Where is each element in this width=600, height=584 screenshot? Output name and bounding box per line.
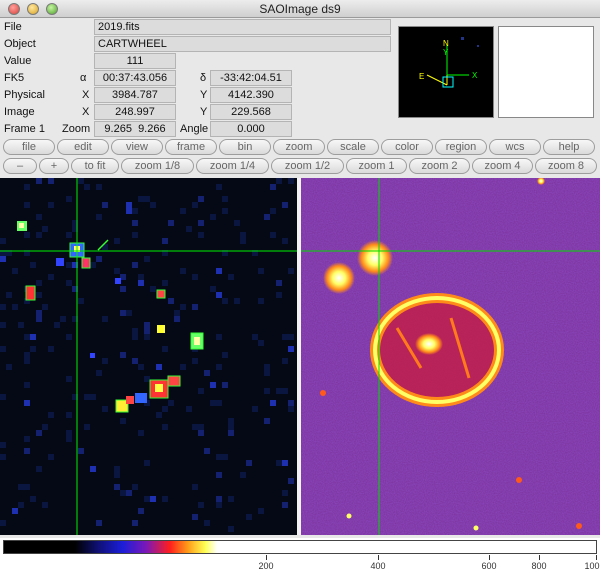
info-row-frame: Frame 1 Zoom 9.265 9.266 Angle 0.000 — [0, 120, 395, 138]
panner-y-label: Y — [443, 48, 449, 57]
info-row-fk5: FK5 α 00:37:43.056 δ -33:42:04.51 — [0, 69, 395, 87]
image-y-label: Y — [200, 106, 208, 118]
info-row-object: Object CARTWHEEL — [0, 35, 395, 53]
menu-button-bar: file edit view frame bin zoom scale color region… — [0, 138, 600, 156]
image-y-value: 229.568 — [210, 104, 292, 120]
zoom-to-fit-button[interactable]: to fit — [71, 158, 119, 174]
panner-view[interactable]: N Y E X — [398, 26, 494, 118]
colorbar-tick — [596, 555, 597, 560]
colorbar-tick — [539, 555, 540, 560]
info-row-value: Value 111 — [0, 52, 395, 70]
right-image-canvas[interactable] — [301, 178, 600, 535]
colorbar-tick-label: 800 — [531, 561, 547, 571]
panner-compass-icon: N Y E X — [419, 37, 479, 88]
delta-label: δ — [200, 72, 207, 84]
panner-bbox[interactable] — [442, 76, 454, 88]
info-row-file: File 2019.fits — [0, 18, 395, 36]
zoom-button-bar: – + to fit zoom 1/8 zoom 1/4 zoom 1/2 zoom 1 zo… — [0, 157, 600, 175]
zoom-1-8-button[interactable]: zoom 1/8 — [121, 158, 194, 174]
magnifier-view — [498, 26, 594, 118]
colorbar-tick-label: 600 — [481, 561, 497, 571]
zoom-8-button[interactable]: zoom 8 — [535, 158, 597, 174]
frame-left-image[interactable] — [0, 178, 297, 535]
menu-button-view[interactable]: view — [111, 139, 163, 155]
menu-button-zoom[interactable]: zoom — [273, 139, 325, 155]
info-row-physical: Physical X 3984.787 Y 4142.390 — [0, 86, 395, 104]
companion-galaxy-lower — [323, 262, 355, 294]
panner-e-label: E — [419, 72, 424, 81]
menu-button-scale[interactable]: scale — [327, 139, 379, 155]
panner-x-label: X — [472, 71, 478, 80]
info-row-image: Image X 248.997 Y 229.568 — [0, 103, 395, 121]
menu-button-frame[interactable]: frame — [165, 139, 217, 155]
menu-button-wcs[interactable]: wcs — [489, 139, 541, 155]
menu-button-bin[interactable]: bin — [219, 139, 271, 155]
zoom-4-button[interactable]: zoom 4 — [472, 158, 533, 174]
frame-right-image[interactable] — [301, 178, 600, 535]
image-x-label: X — [82, 106, 90, 118]
physical-x-label: X — [82, 89, 90, 101]
menu-button-region[interactable]: region — [435, 139, 487, 155]
colorbar-tick-label: 400 — [370, 561, 386, 571]
colorbar-panel: 200 400 600 800 100 — [0, 538, 600, 584]
frame-label: Frame 1 — [4, 123, 45, 135]
alpha-label: α — [80, 72, 87, 84]
zoom-1-4-button[interactable]: zoom 1/4 — [196, 158, 269, 174]
object-label: Object — [4, 38, 36, 50]
menu-button-color[interactable]: color — [381, 139, 433, 155]
menu-button-file[interactable]: file — [3, 139, 55, 155]
zoom-x-value: 9.265 — [104, 123, 132, 135]
image-label: Image — [4, 106, 35, 118]
angle-label: Angle — [180, 123, 209, 135]
window-titlebar: SAOImage ds9 — [0, 0, 600, 18]
angle-value: 0.000 — [210, 121, 292, 137]
zoom-y-value: 9.266 — [138, 123, 166, 135]
physical-y-label: Y — [200, 89, 208, 101]
menu-button-help[interactable]: help — [543, 139, 595, 155]
image-x-value: 248.997 — [94, 104, 176, 120]
zoom-out-button[interactable]: – — [3, 158, 37, 174]
colorbar[interactable] — [3, 540, 597, 554]
colorbar-tick-label: 100 — [584, 561, 600, 571]
physical-label: Physical — [4, 89, 45, 101]
colorbar-tick — [489, 555, 490, 560]
fk5-label: FK5 — [4, 72, 25, 84]
zoom-1-2-button[interactable]: zoom 1/2 — [271, 158, 344, 174]
object-value: CARTWHEEL — [94, 36, 391, 52]
pixel-value: 111 — [94, 53, 176, 69]
colorbar-tick-label: 200 — [258, 561, 274, 571]
galaxy-nucleus — [415, 333, 443, 355]
left-image-canvas[interactable] — [0, 178, 297, 535]
colorbar-tick — [378, 555, 379, 560]
value-label: Value — [4, 55, 32, 67]
zoom-in-button[interactable]: + — [39, 158, 69, 174]
zoom-2-button[interactable]: zoom 2 — [409, 158, 470, 174]
zoom-label: Zoom — [62, 123, 91, 135]
panner-n-label: N — [443, 39, 449, 48]
zoom-1-button[interactable]: zoom 1 — [346, 158, 407, 174]
zoom-value: 9.265 9.266 — [94, 121, 176, 137]
companion-galaxy-upper — [357, 240, 393, 276]
menu-button-edit[interactable]: edit — [57, 139, 109, 155]
physical-y-value: 4142.390 — [210, 87, 292, 103]
colorbar-tick — [266, 555, 267, 560]
delta-value: -33:42:04.51 — [210, 70, 292, 86]
info-panel: File 2019.fits Object CARTWHEEL Value 11… — [0, 18, 395, 138]
file-label: File — [4, 21, 22, 33]
file-value: 2019.fits — [94, 19, 391, 35]
physical-x-value: 3984.787 — [94, 87, 176, 103]
alpha-value: 00:37:43.056 — [94, 70, 176, 86]
window-title: SAOImage ds9 — [259, 2, 341, 16]
